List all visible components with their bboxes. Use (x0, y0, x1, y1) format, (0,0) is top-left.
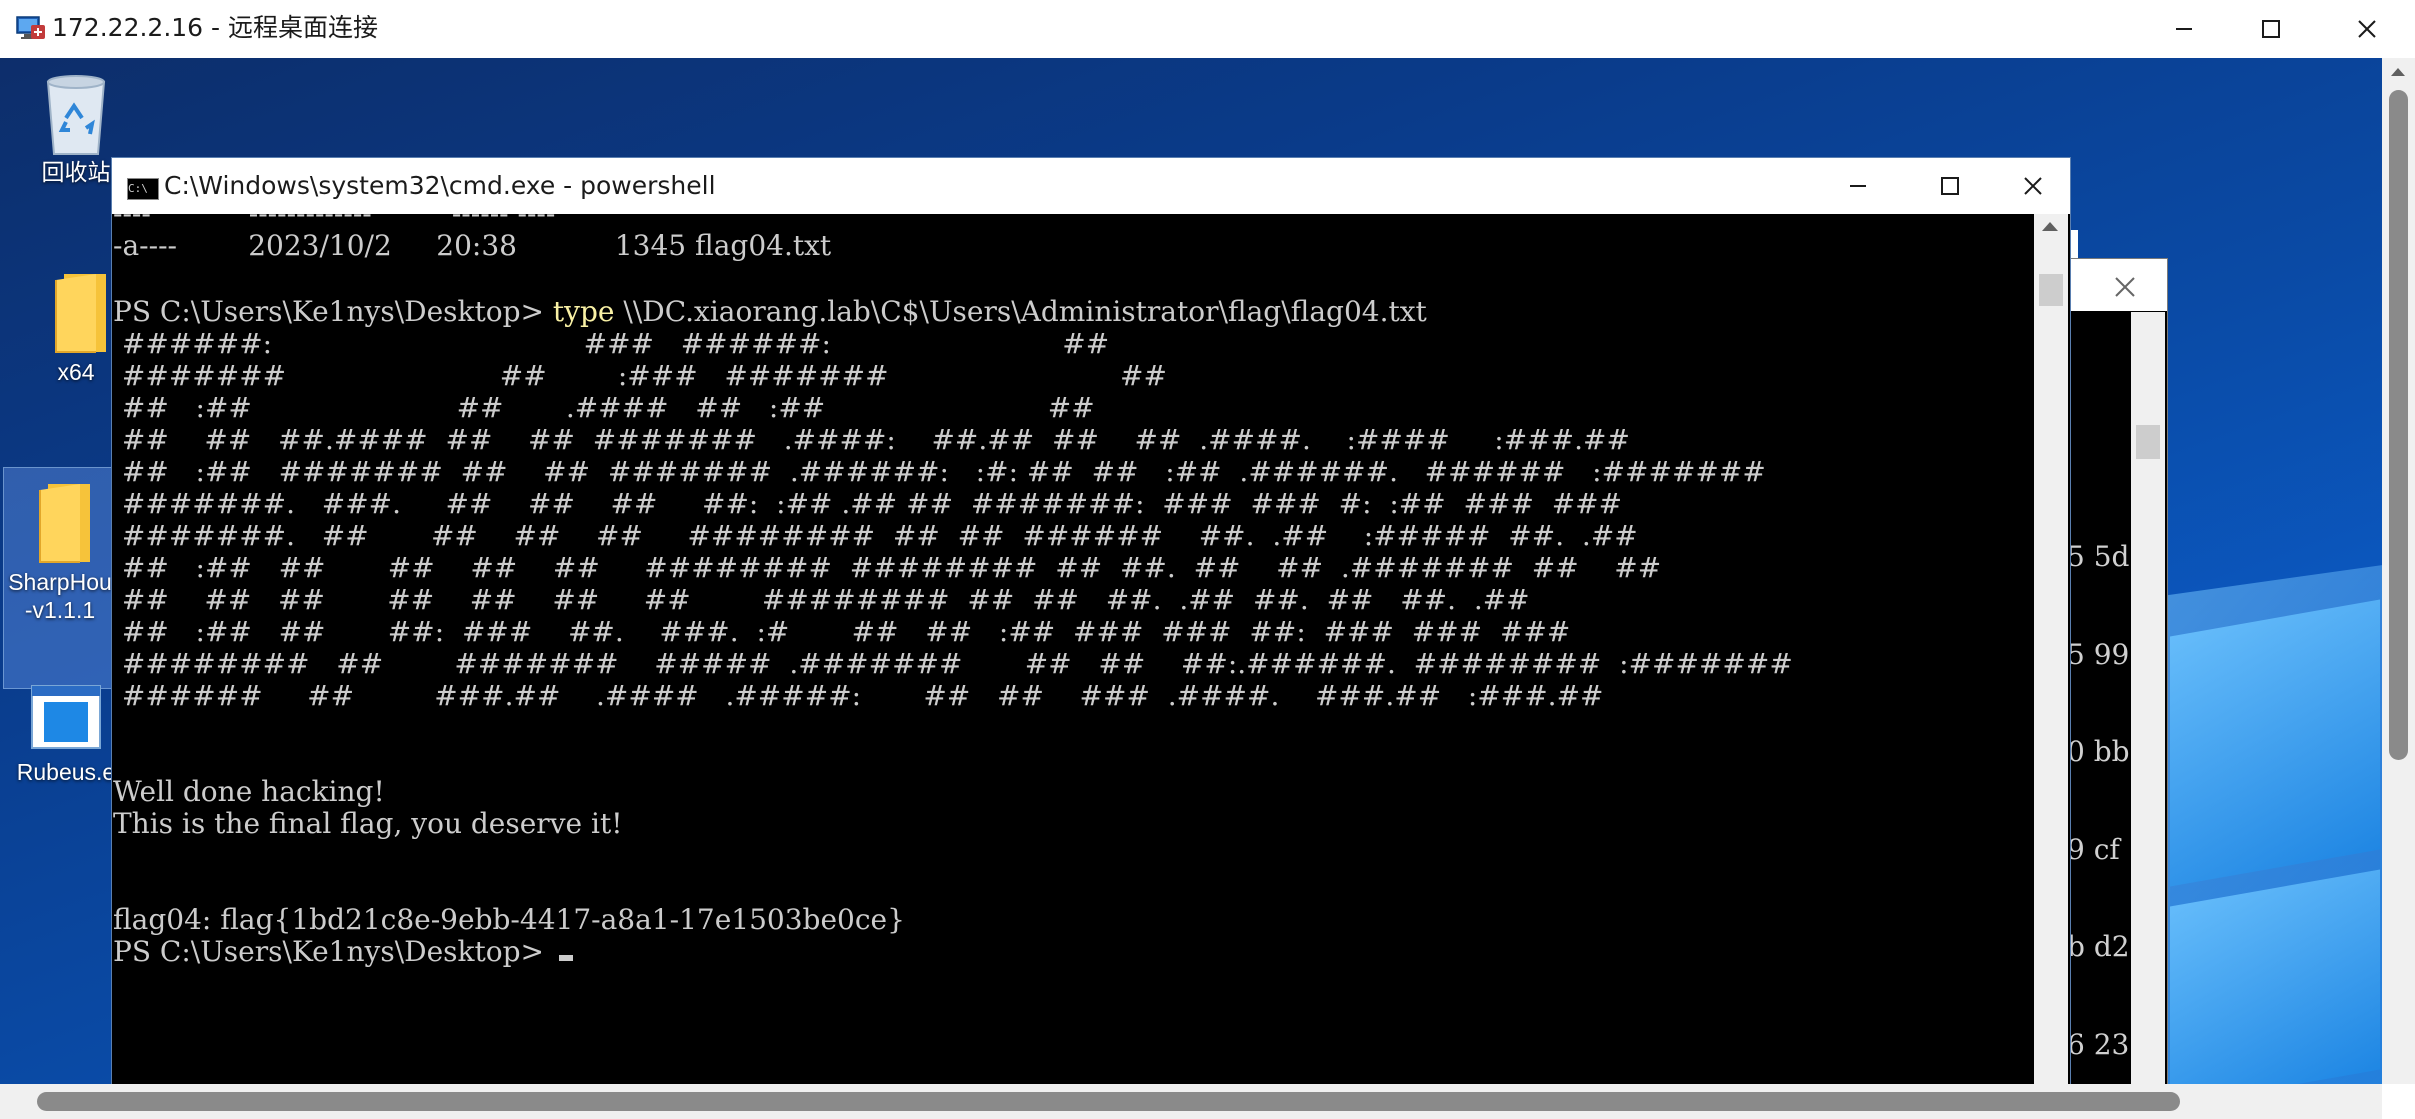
executable-icon (31, 685, 101, 749)
back-output-line: b d2 (2067, 930, 2130, 963)
back-window-titlebar (2069, 259, 2167, 311)
rdp-minimize-button[interactable] (2138, 0, 2230, 58)
console-window-title: C:\Windows\system32\cmd.exe - powershell (164, 171, 716, 200)
console-output[interactable]: ---- ------------- ------ ---- -a---- 20… (113, 214, 2033, 1088)
back-output-line: 9 cf (2067, 832, 2120, 866)
console-final-prompt-line[interactable]: PS C:\Users\Ke1nys\Desktop> (113, 936, 573, 968)
console-ascii-art: #######. ###. ## ## ## ##: :## .## ## ##… (113, 487, 1623, 520)
rdp-horizontal-scroll-thumb[interactable] (37, 1092, 2180, 1111)
desktop-icon-label: SharpHou (8, 569, 112, 595)
back-window-scroll-thumb[interactable] (2136, 425, 2160, 459)
minimize-icon (1850, 185, 1866, 187)
console-minimize-button[interactable] (1812, 158, 1904, 214)
wallpaper-logo-pane (2170, 869, 2380, 1084)
rdp-horizontal-scrollbar[interactable] (0, 1084, 2382, 1119)
rdp-vertical-scroll-thumb[interactable] (2389, 90, 2408, 760)
console-line: This is the final flag, you deserve it! (113, 807, 623, 840)
console-window[interactable]: C:\ C:\Windows\system32\cmd.exe - powers… (111, 157, 2071, 1089)
console-prompt: PS C:\Users\Ke1nys\Desktop> (113, 935, 553, 968)
console-ascii-art: #######. ## ## ## ## ######## ## ## ####… (113, 519, 1638, 552)
maximize-icon (1941, 177, 1959, 195)
console-cursor (558, 955, 573, 961)
folder-icon (39, 484, 90, 563)
minimize-icon (2176, 28, 2192, 30)
desktop-icon-sharphound[interactable]: SharpHou -v1.1.1 (3, 467, 117, 689)
console-ascii-art: ####### ## :### ####### ## (113, 359, 1167, 392)
back-output-line: 6 23 (2067, 1027, 2130, 1061)
scroll-up-icon[interactable] (2391, 68, 2405, 76)
maximize-icon (2262, 20, 2280, 38)
back-output-line: 5 5d (2067, 540, 2130, 573)
close-icon (2024, 177, 2042, 195)
console-line: -a---- 2023/10/2 20:38 1345 flag04.txt (113, 229, 832, 262)
console-app-icon: C:\ (127, 178, 159, 200)
console-ascii-art: ###### ## ###.## .#### .#####: ## ## ###… (113, 679, 1604, 712)
console-prompt: PS C:\Users\Ke1nys\Desktop> (113, 295, 553, 328)
console-command-keyword: type (552, 295, 615, 328)
console-command-line: PS C:\Users\Ke1nys\Desktop> type \\DC.xi… (113, 296, 1427, 328)
console-ascii-art: ## :## ## .#### ## :## ## (113, 391, 1095, 424)
console-flag-line: flag04: flag{1bd21c8e-9ebb-4417-a8a1-17e… (113, 903, 905, 936)
rdp-maximize-button[interactable] (2225, 0, 2317, 58)
back-window-output: 5 5d 5 99 0 bb 9 cf b d2 6 23 (2067, 476, 2130, 1094)
rdp-vertical-scrollbar[interactable] (2382, 58, 2415, 1084)
console-line: Well done hacking! (113, 775, 385, 808)
console-line: ---- ------------- ------ ---- (113, 214, 555, 230)
console-maximize-button[interactable] (1904, 158, 1996, 214)
console-ascii-art: ## :## ## ## ## ## ######## ######## ## … (113, 551, 1662, 584)
rdp-titlebar: 172.22.2.16 - 远程桌面连接 (0, 0, 2415, 59)
console-ascii-art: ######## ## ####### ##### .####### ## ##… (113, 647, 1793, 680)
recycle-bin-icon (46, 75, 106, 155)
console-ascii-art: ## ## ##.#### ## ## ####### .####: ##.##… (113, 423, 1630, 456)
scroll-up-icon[interactable] (2042, 222, 2058, 231)
desktop-icon-label: -v1.1.1 (24, 597, 96, 623)
close-icon (2358, 20, 2376, 38)
console-command-args: \\DC.xiaorang.lab\C$\Users\Administrator… (614, 295, 1427, 328)
console-ascii-art: ## :## ####### ## ## ####### .######: :#… (113, 455, 1766, 488)
back-output-line: 5 99 (2067, 637, 2130, 671)
console-close-button[interactable] (1996, 158, 2070, 214)
folder-icon (55, 274, 106, 353)
console-scrollbar[interactable] (2034, 214, 2068, 1088)
desktop-icon-rubeus[interactable]: Rubeus.e (8, 678, 124, 786)
console-ascii-art: ## :## ## ##: ### ##. ###. :# ## ## :## … (113, 615, 1571, 648)
back-output-line: 0 bb (2067, 735, 2130, 768)
rdp-close-button[interactable] (2321, 0, 2413, 58)
rdp-window-title: 172.22.2.16 - 远程桌面连接 (52, 13, 379, 42)
console-ascii-art: ######: ### ######: ## (113, 327, 1110, 360)
desktop-icon-label: Rubeus.e (16, 759, 116, 785)
wallpaper-logo-pane (2170, 599, 2380, 887)
console-scroll-thumb[interactable] (2039, 274, 2063, 306)
console-ascii-art: ## ## ## ## ## ## ## ######## ## ## ##. … (113, 583, 1530, 616)
console-titlebar[interactable]: C:\ C:\Windows\system32\cmd.exe - powers… (112, 158, 2070, 214)
close-icon (2115, 277, 2135, 297)
remote-desktop-icon (16, 16, 45, 39)
back-window-close-button[interactable] (2105, 269, 2145, 305)
